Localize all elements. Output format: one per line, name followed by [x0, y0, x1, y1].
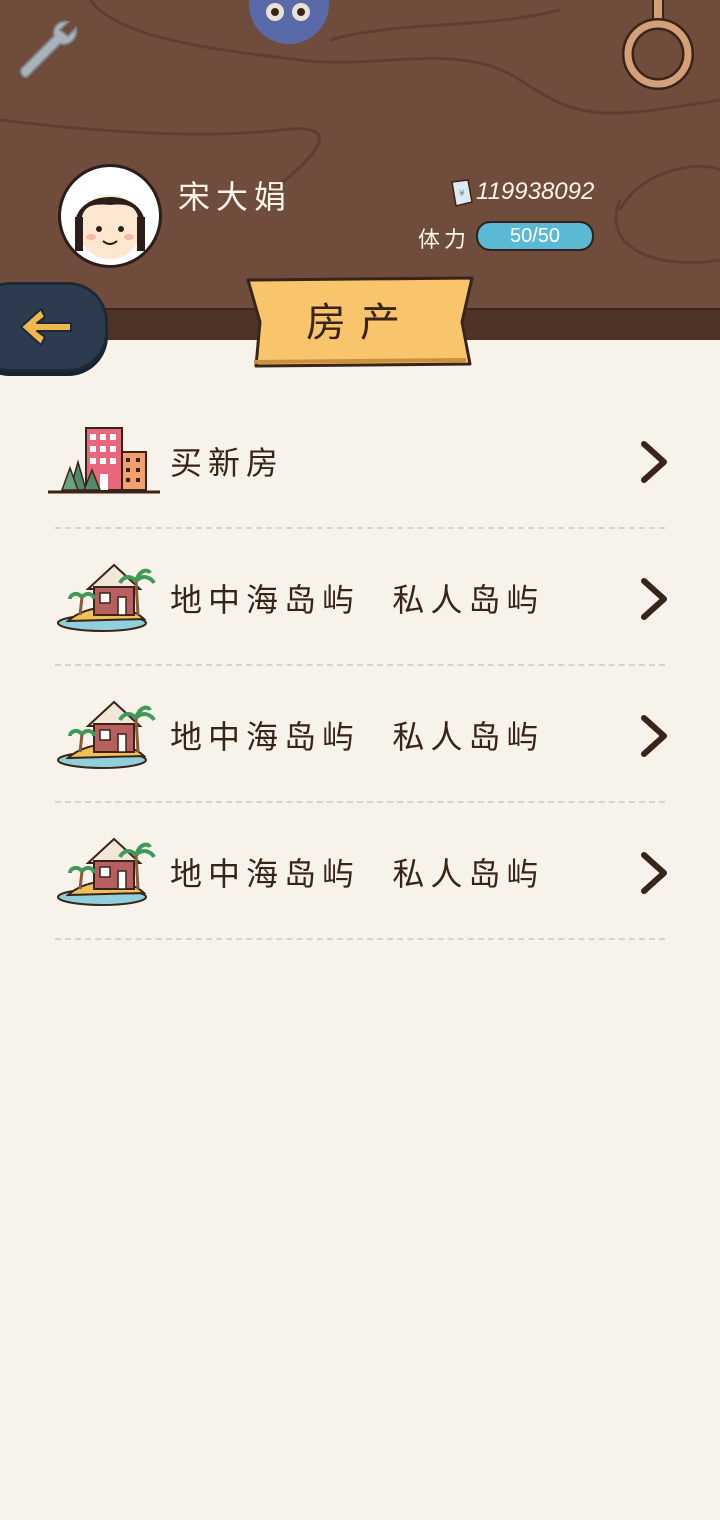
list-item-island-3[interactable]: 地中海岛屿 私人岛屿 — [0, 803, 720, 940]
wrench-icon[interactable] — [12, 14, 84, 86]
island-house-icon — [57, 700, 156, 769]
money-value: 119938092 — [476, 178, 595, 205]
stamina-label: 体力 — [418, 228, 471, 253]
list-item-island-2[interactable]: 地中海岛屿 私人岛屿 — [0, 666, 720, 803]
city-buildings-icon — [48, 427, 160, 494]
divider — [55, 938, 665, 940]
svg-text:¥: ¥ — [459, 189, 465, 199]
stamina-bar: 50/50 — [476, 221, 594, 251]
list-item-label: 地中海岛屿 私人岛屿 — [170, 581, 545, 619]
blob-character-icon — [249, 0, 329, 44]
back-arrow-icon — [20, 308, 72, 346]
list-item-island-1[interactable]: 地中海岛屿 私人岛屿 — [0, 529, 720, 666]
property-list: 买新房 地中海岛屿 私人岛屿 地中海岛屿 私人岛屿 地中海岛屿 私人岛屿 — [0, 392, 720, 940]
ring-icon[interactable] — [620, 0, 696, 94]
page-title: 房产 — [306, 300, 414, 346]
list-item-label: 地中海岛屿 私人岛屿 — [170, 718, 545, 756]
list-item-label: 地中海岛屿 私人岛屿 — [170, 855, 545, 893]
island-house-icon — [57, 837, 156, 906]
player-name: 宋大娟 — [178, 178, 293, 216]
list-item-label: 买新房 — [170, 444, 285, 482]
stamina-text: 50/50 — [509, 225, 561, 247]
chevron-right-icon — [641, 578, 667, 620]
chevron-right-icon — [641, 715, 667, 757]
avatar-face-icon — [74, 195, 146, 259]
chevron-right-icon — [641, 852, 667, 894]
island-house-icon — [57, 563, 156, 632]
money-bill-icon: ¥ — [451, 179, 473, 207]
chevron-right-icon — [641, 441, 667, 483]
avatar[interactable] — [58, 164, 162, 268]
list-item-buy-new-house[interactable]: 买新房 — [0, 392, 720, 529]
back-button[interactable] — [0, 282, 108, 372]
